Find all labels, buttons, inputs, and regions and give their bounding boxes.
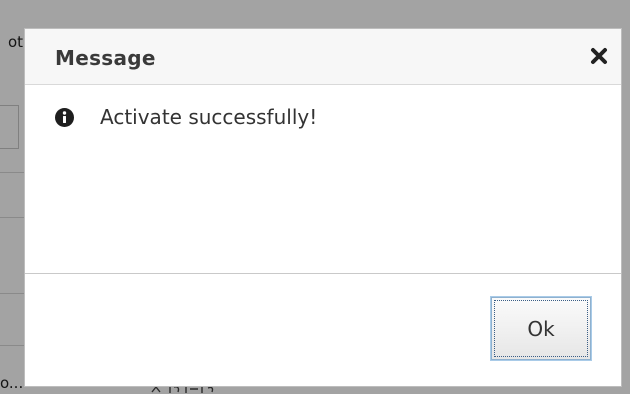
info-icon — [55, 108, 74, 127]
dialog-header: Message — [25, 29, 621, 85]
ok-button[interactable]: Ok — [491, 297, 591, 360]
close-icon — [591, 48, 607, 64]
dialog-footer: Ok — [25, 273, 621, 386]
dialog-body: Activate successfully! — [25, 85, 621, 274]
message-text: Activate successfully! — [100, 105, 318, 129]
message-dialog: Message Activate successfully! Ok — [24, 28, 622, 387]
close-button[interactable] — [587, 44, 611, 68]
dialog-title: Message — [55, 46, 156, 70]
